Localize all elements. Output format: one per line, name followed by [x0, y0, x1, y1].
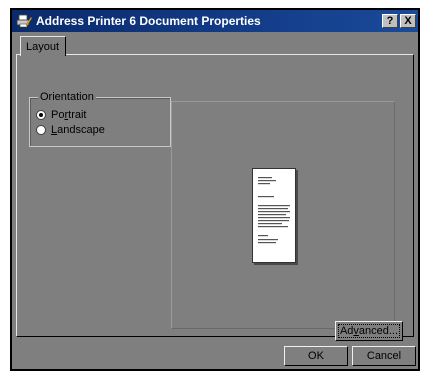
- cancel-button[interactable]: Cancel: [352, 346, 416, 366]
- orientation-group-label: Orientation: [38, 91, 96, 103]
- orientation-preview: [171, 101, 395, 329]
- ok-button[interactable]: OK: [284, 346, 348, 366]
- advanced-button[interactable]: Advanced...: [335, 321, 403, 341]
- page-text-lines: [258, 177, 290, 244]
- document-properties-window: Address Printer 6 Document Properties ? …: [10, 8, 420, 371]
- close-icon: X: [404, 15, 412, 27]
- help-icon: ?: [386, 15, 394, 27]
- portrait-label[interactable]: Portrait: [51, 109, 86, 121]
- portrait-radio[interactable]: [36, 110, 46, 120]
- document-page-icon: [252, 168, 296, 263]
- tab-layout-label: Layout: [26, 41, 60, 53]
- landscape-radio[interactable]: [36, 125, 46, 135]
- window-title: Address Printer 6 Document Properties: [36, 14, 261, 28]
- layout-tab-panel: Orientation Portrait Landscape Advanced.…: [16, 54, 414, 341]
- close-button[interactable]: X: [400, 14, 416, 28]
- dialog-client-area: Layout Orientation Portrait Landscape Ad…: [12, 32, 418, 369]
- printer-properties-icon: [16, 14, 32, 28]
- title-bar[interactable]: Address Printer 6 Document Properties ? …: [12, 10, 418, 32]
- help-button[interactable]: ?: [382, 14, 398, 28]
- orientation-group: Orientation Portrait Landscape: [29, 91, 171, 147]
- landscape-label[interactable]: Landscape: [51, 124, 105, 136]
- tab-layout[interactable]: Layout: [20, 36, 66, 56]
- radio-checked-dot: [39, 113, 43, 117]
